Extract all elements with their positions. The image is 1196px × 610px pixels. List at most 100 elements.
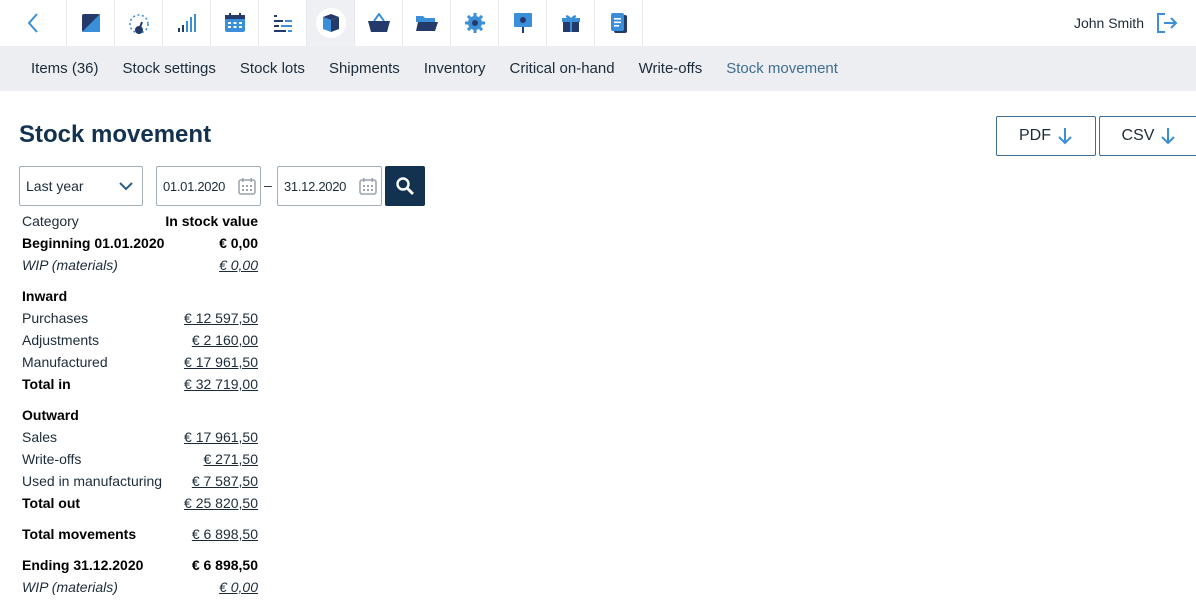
row-value-link[interactable]: € 32 719,00 <box>184 376 258 392</box>
period-select[interactable]: Last year <box>19 166 143 206</box>
row-value: € 6 898,50 <box>191 557 258 573</box>
row-value-link[interactable]: € 0,00 <box>219 257 258 273</box>
report-total-row: Total in € 32 719,00 <box>22 374 258 394</box>
row-value-link[interactable]: € 7 587,50 <box>192 473 258 489</box>
report-total-row: Total out € 25 820,50 <box>22 493 258 513</box>
search-button[interactable] <box>385 166 425 206</box>
category-column-header: Category <box>22 213 79 229</box>
csv-export-label: CSV <box>1121 127 1155 144</box>
gear-icon <box>464 13 485 33</box>
logout-button[interactable] <box>1156 0 1196 46</box>
report-row: Beginning 01.01.2020 € 0,00 <box>22 233 258 253</box>
download-arrow-icon <box>1161 128 1176 145</box>
presentation-button[interactable] <box>499 0 547 46</box>
date-from-value: 01.01.2020 <box>163 178 226 194</box>
date-from-input[interactable]: 01.01.2020 <box>156 166 261 206</box>
top-toolbar <box>0 0 1196 46</box>
row-value-link[interactable]: € 0,00 <box>219 579 258 595</box>
row-value-link[interactable]: € 271,50 <box>204 451 259 467</box>
row-label: Write-offs <box>22 451 82 467</box>
report-row: Purchases € 12 597,50 <box>22 308 258 328</box>
shopping-basket-icon <box>367 13 390 32</box>
active-indicator <box>315 8 346 38</box>
subnav-critical-on-hand[interactable]: Critical on-hand <box>510 60 615 77</box>
row-value: € 0,00 <box>219 235 258 251</box>
date-to-input[interactable]: 31.12.2020 <box>277 166 382 206</box>
gift-box-icon <box>561 15 580 32</box>
pdf-export-label: PDF <box>1019 127 1051 144</box>
date-range-separator: – <box>264 177 272 193</box>
row-value-link[interactable]: € 17 961,50 <box>184 354 258 370</box>
logout-icon <box>1157 13 1178 33</box>
stock-button[interactable] <box>307 0 355 46</box>
row-value-link[interactable]: € 17 961,50 <box>184 429 258 445</box>
documents-button[interactable] <box>595 0 643 46</box>
subnav-stock-lots[interactable]: Stock lots <box>240 60 305 77</box>
report-row: Ending 31.12.2020 € 6 898,50 <box>22 555 258 575</box>
gantt-list-icon <box>273 15 292 32</box>
calendar-button[interactable] <box>211 0 259 46</box>
row-label: Used in manufacturing <box>22 473 163 489</box>
dashboard-button[interactable] <box>115 0 163 46</box>
row-label: Beginning 01.01.2020 <box>22 235 165 251</box>
row-label: Inward <box>22 288 68 304</box>
stock-box-icon <box>322 14 339 32</box>
back-arrow-icon <box>27 13 38 33</box>
files-button[interactable] <box>403 0 451 46</box>
subnav-write-offs[interactable]: Write-offs <box>639 60 703 77</box>
chevron-down-icon <box>119 182 133 191</box>
pdf-export-button[interactable]: PDF <box>996 116 1096 156</box>
calendar-icon[interactable] <box>238 177 256 195</box>
back-button[interactable] <box>0 0 67 46</box>
download-arrow-icon <box>1058 128 1072 145</box>
row-label: Purchases <box>22 310 89 326</box>
calendar-icon <box>224 13 245 32</box>
subnav-shipments[interactable]: Shipments <box>329 60 400 77</box>
report-row: Adjustments € 2 160,00 <box>22 330 258 350</box>
settings-button[interactable] <box>451 0 499 46</box>
report-row: Manufactured € 17 961,50 <box>22 352 258 372</box>
row-label: WIP (materials) <box>22 257 118 273</box>
subnav-stock-settings[interactable]: Stock settings <box>123 60 216 77</box>
row-value-link[interactable]: € 6 898,50 <box>192 526 258 542</box>
row-value-link[interactable]: € 2 160,00 <box>192 332 258 348</box>
row-label: Total in <box>22 376 71 392</box>
value-column-header: In stock value <box>165 213 258 229</box>
signal-bars-icon <box>177 14 196 32</box>
row-label: Adjustments <box>22 332 100 348</box>
report-row: Sales € 17 961,50 <box>22 427 258 447</box>
reports-button[interactable] <box>163 0 211 46</box>
sales-button[interactable] <box>355 0 403 46</box>
row-label: Manufactured <box>22 354 108 370</box>
row-value-link[interactable]: € 12 597,50 <box>184 310 258 326</box>
folder-open-icon <box>415 16 438 31</box>
subnav-inventory[interactable]: Inventory <box>424 60 486 77</box>
calendar-icon[interactable] <box>359 177 377 195</box>
planning-button[interactable] <box>259 0 307 46</box>
row-label: Sales <box>22 429 58 445</box>
report-row: WIP (materials) € 0,00 <box>22 255 258 275</box>
row-label: WIP (materials) <box>22 579 118 595</box>
report-section-heading: Outward <box>22 405 258 425</box>
row-value-link[interactable]: € 25 820,50 <box>184 495 258 511</box>
gifts-button[interactable] <box>547 0 595 46</box>
report-section-heading: Inward <box>22 286 258 306</box>
stock-dark-square-icon <box>81 14 100 32</box>
subnav-stock-movement[interactable]: Stock movement <box>726 60 838 77</box>
stock-dark-square-button[interactable] <box>67 0 115 46</box>
period-select-value: Last year <box>26 178 84 194</box>
search-icon <box>396 177 414 195</box>
date-to-value: 31.12.2020 <box>284 178 347 194</box>
report-total-row: Total movements € 6 898,50 <box>22 524 258 544</box>
report-row: WIP (materials) € 0,00 <box>22 577 258 597</box>
row-label: Outward <box>22 407 79 423</box>
row-label: Ending 31.12.2020 <box>22 557 144 573</box>
user-name[interactable]: John Smith <box>1074 15 1144 31</box>
user-area: John Smith <box>1074 0 1196 46</box>
dashboard-gauge-icon <box>128 14 149 34</box>
report-header: Category In stock value <box>22 211 258 231</box>
subnav-items[interactable]: Items (36) <box>31 60 99 77</box>
presentation-board-icon <box>513 13 532 33</box>
page-title: Stock movement <box>19 121 212 148</box>
csv-export-button[interactable]: CSV <box>1099 116 1196 156</box>
